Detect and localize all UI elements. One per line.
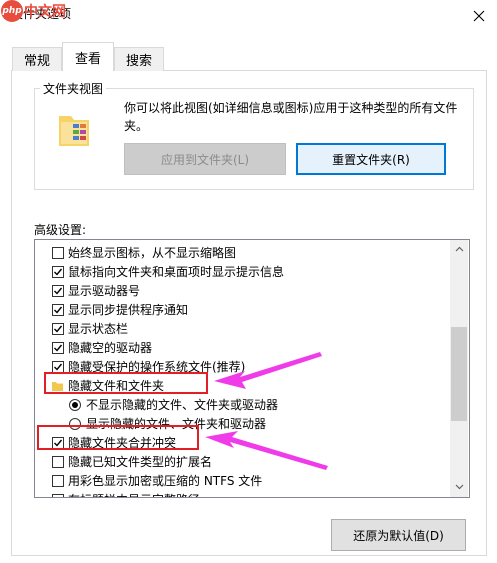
advanced-settings-label: 高级设置: xyxy=(34,223,87,237)
setting-checkbox[interactable] xyxy=(52,284,64,297)
scrollbar-thumb[interactable] xyxy=(451,327,467,421)
setting-row[interactable]: 鼠标指向文件夹和桌面项时显示提示信息 xyxy=(52,262,284,281)
setting-label: 显示驱动器号 xyxy=(68,284,141,298)
setting-row[interactable]: 不显示隐藏的文件、文件夹或驱动器 xyxy=(69,395,278,414)
setting-checkbox[interactable] xyxy=(52,341,64,354)
folder-views-description: 你可以将此视图(如详细信息或图标)应用于这种类型的所有文件夹。 xyxy=(124,101,458,133)
setting-row[interactable]: 显示驱动器号 xyxy=(52,281,140,300)
setting-label: 不显示隐藏的文件、文件夹或驱动器 xyxy=(86,398,279,412)
setting-label: 隐藏空的驱动器 xyxy=(68,341,153,355)
folder-views-icon xyxy=(59,116,89,146)
setting-checkbox[interactable] xyxy=(52,493,64,497)
highlight-box-merge-conflicts xyxy=(37,425,199,450)
setting-checkbox[interactable] xyxy=(52,303,64,316)
reset-folders-button[interactable]: 重置文件夹(R) xyxy=(296,143,446,175)
apply-to-folders-button[interactable]: 应用到文件夹(L) xyxy=(124,143,286,175)
setting-row[interactable]: 显示同步提供程序通知 xyxy=(52,300,188,319)
setting-label: 鼠标指向文件夹和桌面项时显示提示信息 xyxy=(68,265,285,279)
chevron-up-icon xyxy=(455,246,463,252)
title-bar xyxy=(0,0,497,38)
setting-checkbox[interactable] xyxy=(52,360,64,373)
setting-row[interactable]: 显示状态栏 xyxy=(52,319,128,338)
close-icon xyxy=(473,10,485,22)
setting-checkbox[interactable] xyxy=(52,246,64,259)
setting-label: 始终显示图标，从不显示缩略图 xyxy=(68,246,237,260)
setting-checkbox[interactable] xyxy=(52,322,64,335)
tab-search[interactable]: 搜索 xyxy=(114,47,164,71)
restore-defaults-button[interactable]: 还原为默认值(D) xyxy=(331,519,466,551)
setting-label: 显示状态栏 xyxy=(68,322,129,336)
close-button[interactable] xyxy=(462,0,496,32)
folder-views-legend: 文件夹视图 xyxy=(40,80,107,97)
setting-row[interactable]: 隐藏空的驱动器 xyxy=(52,338,152,357)
setting-label: 隐藏已知文件类型的扩展名 xyxy=(68,455,213,469)
chevron-down-icon xyxy=(455,484,463,490)
advanced-settings-list[interactable]: 始终显示图标，从不显示缩略图 鼠标指向文件夹和桌面项时显示提示信息 显示驱动器号 显示… xyxy=(34,239,470,498)
tab-view[interactable]: 查看 xyxy=(62,42,114,71)
setting-checkbox[interactable] xyxy=(52,474,64,487)
setting-radio[interactable] xyxy=(69,398,81,411)
setting-row[interactable]: 始终显示图标，从不显示缩略图 xyxy=(52,243,236,262)
watermark-logo: php xyxy=(1,0,23,22)
setting-checkbox[interactable] xyxy=(52,265,64,278)
setting-row[interactable]: 用彩色显示加密或压缩的 NTFS 文件 xyxy=(52,471,262,490)
scroll-up-button[interactable] xyxy=(450,240,468,258)
scroll-down-button[interactable] xyxy=(450,478,468,496)
setting-checkbox[interactable] xyxy=(52,455,64,468)
setting-row[interactable]: 隐藏已知文件类型的扩展名 xyxy=(52,452,212,471)
highlight-box-hidden-files xyxy=(44,372,208,394)
setting-row[interactable]: 在标题栏中显示完整路径 xyxy=(52,490,200,497)
setting-label: 用彩色显示加密或压缩的 NTFS 文件 xyxy=(68,474,263,488)
watermark: php 中文网 xyxy=(1,0,66,22)
setting-label: 在标题栏中显示完整路径 xyxy=(68,491,200,497)
tab-general[interactable]: 常规 xyxy=(12,47,62,71)
setting-label: 显示同步提供程序通知 xyxy=(68,303,189,317)
watermark-text: 中文网 xyxy=(24,4,66,20)
